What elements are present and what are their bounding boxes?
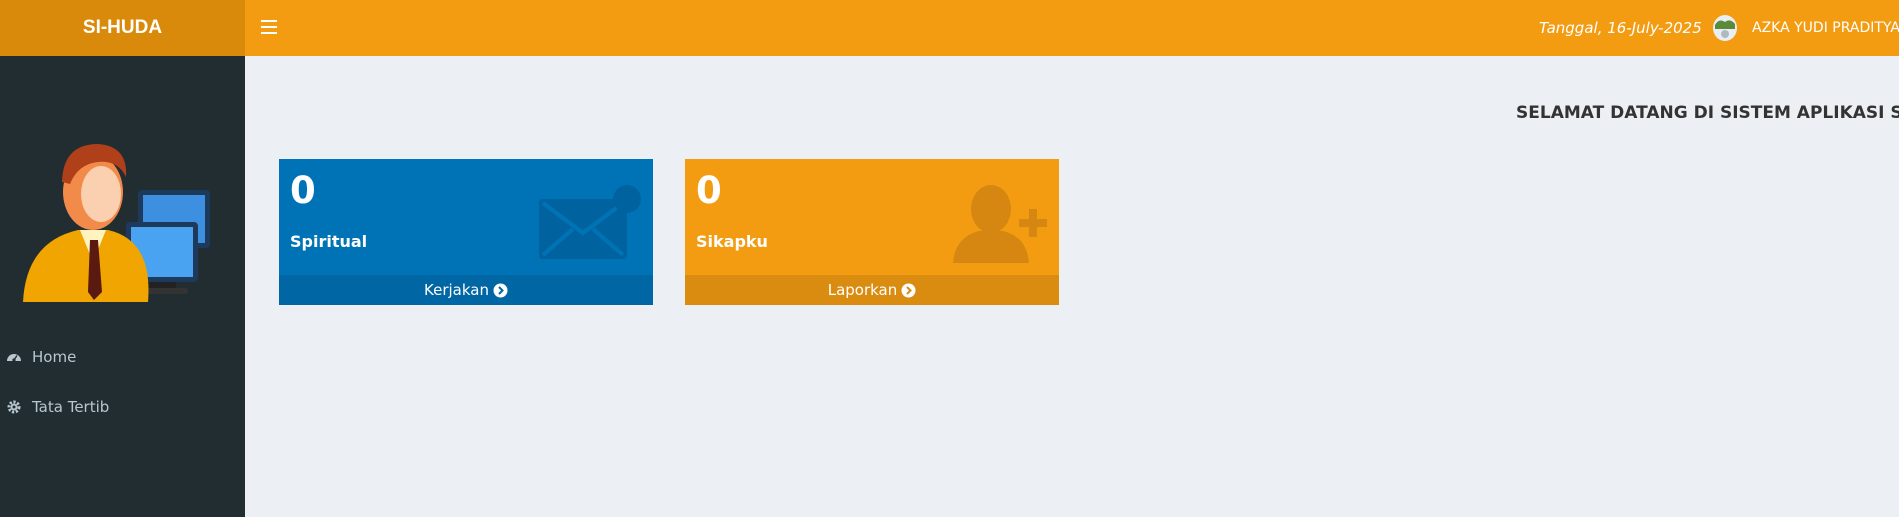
sidebar-item-label: Home: [32, 348, 77, 366]
box-title: Sikapku: [696, 232, 768, 251]
arrow-circle-right-icon: [493, 283, 508, 298]
sidebar-menu: Home Tata Tertib: [0, 332, 245, 432]
user-plus-icon: [949, 185, 1049, 269]
app-logo[interactable]: SI-HUDA: [0, 0, 245, 56]
laporkan-link[interactable]: Laporkan: [685, 275, 1059, 305]
user-menu[interactable]: AZKA YUDI PRADITYA: [1713, 15, 1899, 41]
info-box-sikapku: 0 Sikapku Laporkan: [685, 159, 1059, 305]
kerjakan-link[interactable]: Kerjakan: [279, 275, 653, 305]
welcome-heading: SELAMAT DATANG DI SISTEM APLIKASI SIKAPK…: [1516, 103, 1899, 123]
sidebar-item-home[interactable]: Home: [0, 332, 245, 382]
gear-icon: [6, 399, 22, 415]
current-date: Tanggal, 16-July-2025: [1539, 19, 1702, 37]
box-count: 0: [696, 169, 722, 212]
sidebar: SI-HUDA Home Tata Tertib: [0, 0, 245, 517]
top-navbar: Tanggal, 16-July-2025 AZKA YUDI PRADITYA: [245, 0, 1899, 56]
box-count: 0: [290, 169, 316, 212]
user-avatar-illustration: [18, 122, 218, 312]
info-box-spiritual: 0 Spiritual Kerjakan: [279, 159, 653, 305]
dashboard-icon: [6, 349, 22, 365]
sidebar-item-tata-tertib[interactable]: Tata Tertib: [0, 382, 245, 432]
box-title: Spiritual: [290, 232, 368, 251]
arrow-circle-right-icon: [901, 283, 916, 298]
user-profile-image: [1713, 15, 1737, 41]
envelope-icon: [539, 185, 643, 265]
sidebar-toggle-icon[interactable]: [261, 20, 277, 34]
sidebar-item-label: Tata Tertib: [32, 398, 110, 416]
footer-label: Laporkan: [827, 281, 898, 299]
footer-label: Kerjakan: [424, 281, 489, 299]
user-name: AZKA YUDI PRADITYA: [1752, 20, 1899, 36]
